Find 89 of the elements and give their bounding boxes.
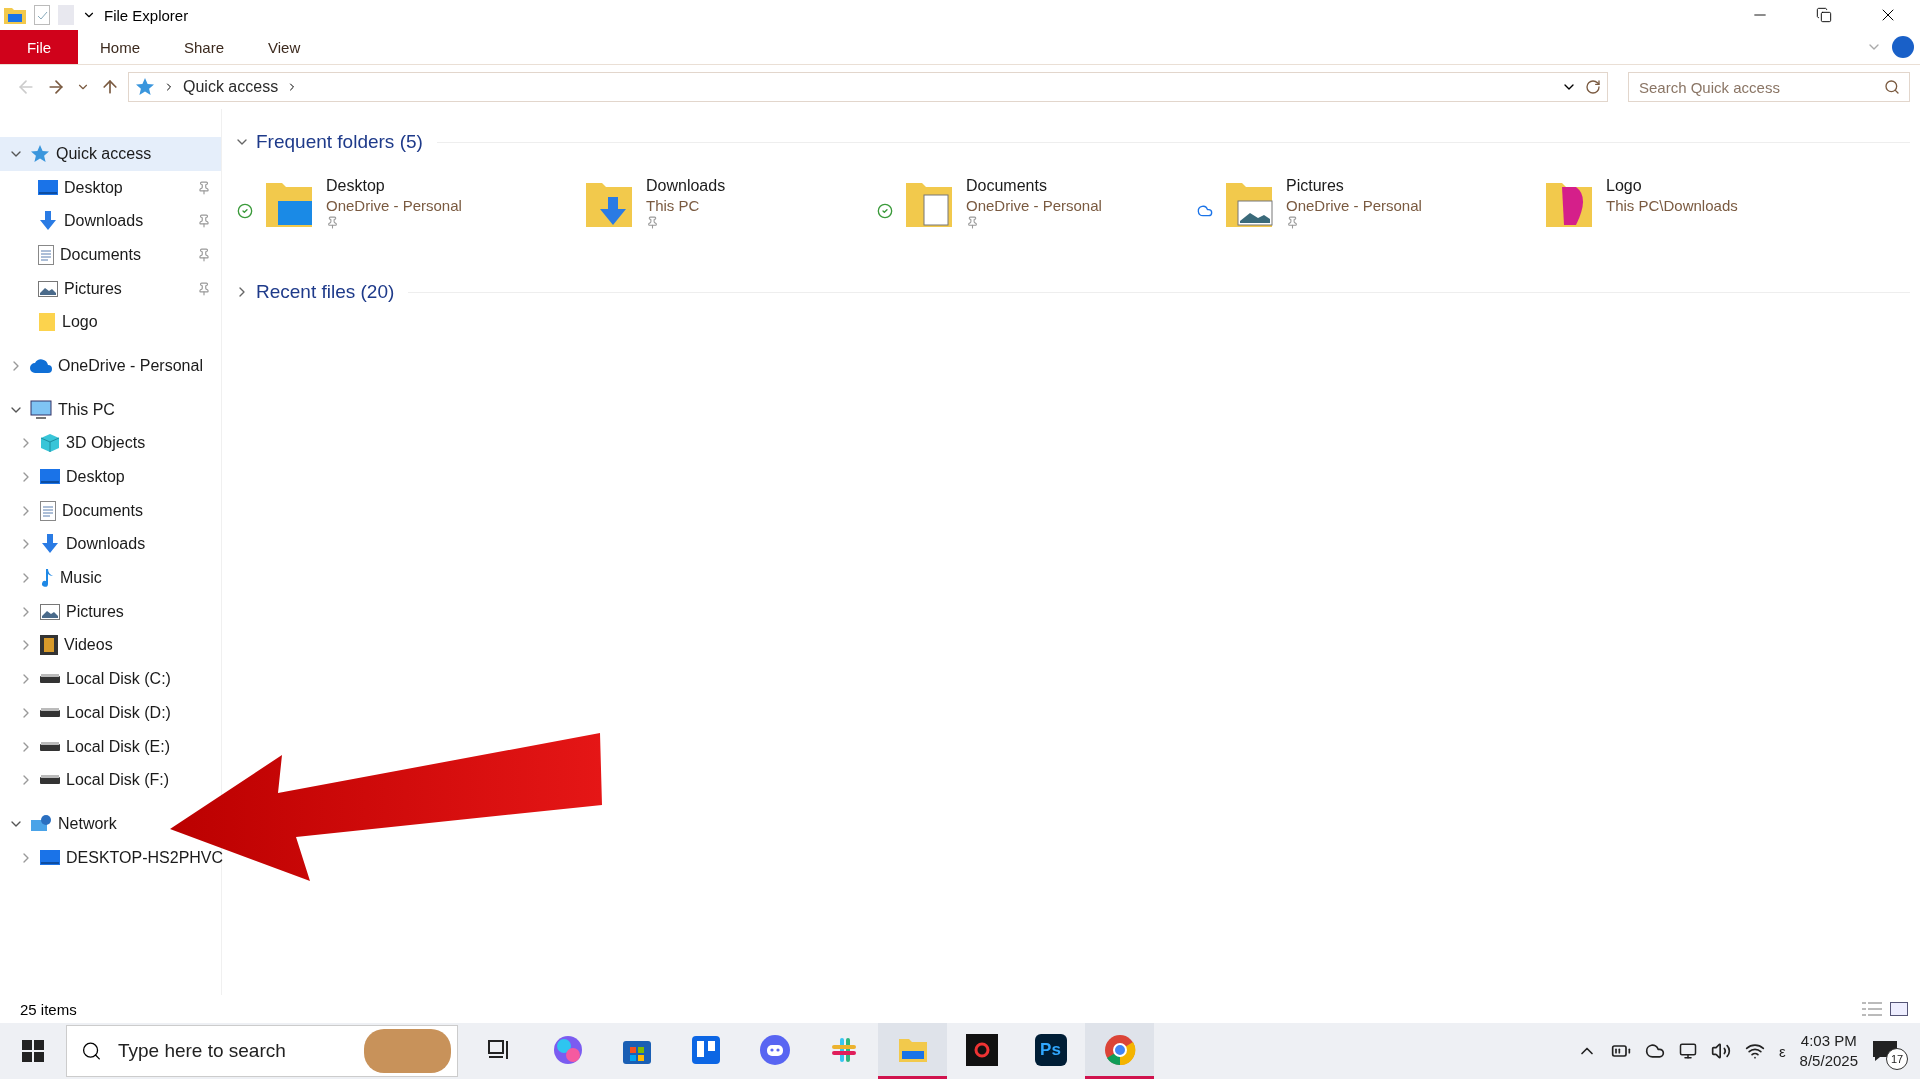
folder-location: OneDrive - Personal xyxy=(1286,197,1422,214)
cube-icon xyxy=(40,433,60,454)
nav-item[interactable]: This PC xyxy=(0,392,117,427)
checklist-icon[interactable] xyxy=(34,5,50,25)
nav-item[interactable]: OneDrive - Personal xyxy=(0,349,205,383)
nav-item[interactable]: Pictures xyxy=(0,271,221,306)
item-count: 25 items xyxy=(20,1000,77,1018)
nav-item[interactable]: Music xyxy=(0,561,104,595)
taskbar-search-field[interactable]: Type here to search xyxy=(66,1025,458,1077)
cloud-icon xyxy=(30,358,52,373)
ribbon-tab[interactable]: View xyxy=(246,30,323,64)
search-input[interactable]: Type here to search xyxy=(115,1039,350,1063)
nav-item[interactable]: Desktop xyxy=(0,170,221,205)
nav-item[interactable]: Local Disk (E:) xyxy=(0,729,173,764)
group-heading[interactable]: Recent files (20) xyxy=(256,281,395,303)
nav-item[interactable]: Desktop xyxy=(0,460,127,494)
group-heading[interactable]: Frequent folders (5) xyxy=(256,131,423,153)
search-icon[interactable] xyxy=(1884,79,1900,95)
picture-icon xyxy=(38,280,58,297)
ribbon-tab[interactable]: Share xyxy=(162,30,247,64)
nav-item[interactable]: Downloads xyxy=(0,204,221,239)
network-icon xyxy=(30,813,52,834)
monitor-icon xyxy=(40,469,60,486)
clock[interactable]: 4:03 PM 8/5/2025 xyxy=(1799,1030,1858,1072)
nav-item[interactable]: Documents xyxy=(0,238,221,272)
nav-item[interactable]: Pictures xyxy=(0,594,126,629)
photoshop-button[interactable]: Ps xyxy=(1016,1023,1085,1079)
nav-item[interactable]: Videos xyxy=(0,628,115,663)
cloud-icon[interactable] xyxy=(1644,1041,1665,1061)
folder-name[interactable]: Downloads xyxy=(646,177,726,195)
nav-item[interactable]: Quick access xyxy=(0,137,221,171)
refresh-icon[interactable] xyxy=(1585,79,1601,95)
star-icon xyxy=(30,143,50,164)
board-icon xyxy=(691,1035,720,1064)
folder-icon xyxy=(38,312,56,333)
folder-name[interactable]: Desktop xyxy=(326,177,462,195)
nav-item[interactable]: Downloads xyxy=(0,527,148,562)
film-icon xyxy=(40,635,58,656)
nav-item[interactable]: Local Disk (F:) xyxy=(0,763,172,798)
restore-icon[interactable] xyxy=(1816,7,1832,23)
drive-icon xyxy=(40,674,60,685)
task-view-icon xyxy=(486,1038,511,1061)
computer-icon xyxy=(30,399,52,420)
nav-item[interactable]: Network xyxy=(0,807,119,841)
input-indicator[interactable]: ε xyxy=(1778,1042,1786,1060)
folder-icon xyxy=(4,6,26,24)
nav-item[interactable]: DESKTOP-HS2PHVC xyxy=(0,840,226,875)
download-arrow-icon xyxy=(38,211,58,232)
download-arrow-icon xyxy=(40,534,60,555)
star-icon xyxy=(135,77,155,97)
breadcrumb[interactable]: Quick access xyxy=(183,78,279,96)
document-icon xyxy=(38,244,54,265)
swirl-logo-icon xyxy=(551,1033,584,1066)
file-menu-button[interactable]: File xyxy=(0,30,78,64)
music-note-icon xyxy=(40,568,54,589)
nav-item[interactable]: Local Disk (C:) xyxy=(0,662,173,696)
folder-location: OneDrive - Personal xyxy=(966,197,1102,214)
wifi-icon[interactable] xyxy=(1744,1041,1765,1061)
monitor-icon xyxy=(40,849,60,866)
folder-location: This PC xyxy=(646,197,701,214)
folder-name[interactable]: Documents xyxy=(966,177,1102,195)
nav-item[interactable]: 3D Objects xyxy=(0,426,148,461)
hash-logo-icon xyxy=(829,1035,858,1064)
picture-icon xyxy=(40,603,60,620)
monitor-icon xyxy=(38,179,58,196)
nav-item[interactable]: Logo xyxy=(0,305,100,340)
drive-icon xyxy=(40,775,60,786)
address-bar[interactable]: Quick access xyxy=(128,72,1608,102)
drive-icon xyxy=(40,707,60,718)
search-field[interactable]: Search Quick access xyxy=(1628,72,1910,102)
windows-logo-icon[interactable] xyxy=(22,1040,44,1062)
record-logo-icon xyxy=(965,1033,998,1066)
nav-item[interactable]: Documents xyxy=(0,493,145,528)
folder-name[interactable]: Pictures xyxy=(1286,177,1422,195)
ribbon-tab[interactable]: Home xyxy=(78,30,162,64)
volume-icon[interactable] xyxy=(1710,1041,1731,1061)
drive-icon xyxy=(40,741,60,752)
large-icons-view-icon[interactable] xyxy=(1890,1002,1908,1016)
nav-item[interactable]: Local Disk (D:) xyxy=(0,696,173,730)
folder-icon xyxy=(897,1036,928,1063)
browser-logo-icon xyxy=(1103,1033,1136,1066)
window-title: File Explorer xyxy=(104,6,189,24)
document-icon xyxy=(40,500,56,521)
help-icon[interactable] xyxy=(1892,36,1914,58)
folder-location: This PC\Downloads xyxy=(1606,197,1738,214)
folder-location: OneDrive - Personal xyxy=(326,197,462,214)
monitor-icon[interactable] xyxy=(1678,1042,1697,1060)
chat-logo-icon xyxy=(758,1033,791,1066)
folder-name[interactable]: Logo xyxy=(1606,177,1738,195)
